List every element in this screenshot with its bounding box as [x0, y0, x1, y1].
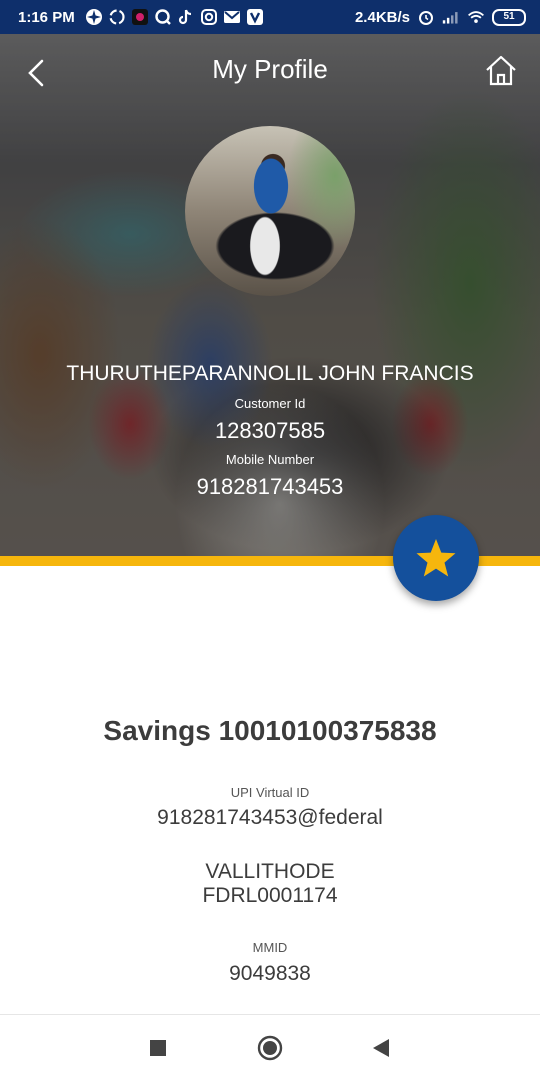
customer-id-label: Customer Id [234, 396, 306, 411]
status-bar: 1:16 PM 2.4KB/s 51 [0, 0, 540, 34]
gmail-icon [223, 8, 241, 26]
account-title: Savings 10010100375838 [103, 715, 437, 746]
avatar[interactable] [185, 126, 355, 296]
recents-icon [150, 1040, 166, 1056]
upi-id-value: 918281743453@federal [157, 806, 383, 829]
home-circle-icon [257, 1035, 283, 1061]
branch-name: VALLITHODE [205, 860, 335, 883]
v-icon [246, 8, 264, 26]
alarm-icon [417, 8, 435, 26]
favorite-button[interactable] [393, 515, 479, 601]
customer-id-value: 128307585 [214, 418, 326, 443]
mobile-number-value: 918281743453 [196, 474, 344, 499]
battery-indicator: 51 [492, 8, 526, 26]
network-speed: 2.4KB/s [354, 8, 410, 26]
fan-icon [85, 8, 103, 26]
home-icon [486, 55, 516, 86]
status-time: 1:16 PM [18, 8, 75, 26]
mmid-value: 9049838 [229, 962, 311, 985]
app-icon [131, 8, 149, 26]
q-icon [154, 8, 172, 26]
page-title: My Profile [212, 54, 328, 84]
upi-label: UPI Virtual ID [230, 785, 310, 800]
back-triangle-icon [373, 1039, 389, 1057]
star-icon [416, 539, 456, 577]
wifi-icon [467, 8, 485, 26]
system-navbar [0, 1014, 540, 1080]
recents-button[interactable] [143, 1033, 173, 1063]
notification-icons [85, 8, 264, 26]
back-nav-button[interactable] [366, 1033, 396, 1063]
mobile-number-label: Mobile Number [225, 452, 315, 467]
sync-icon [108, 8, 126, 26]
tiktok-icon [177, 8, 195, 26]
customer-name: THURUTHEPARANNOLIL JOHN FRANCIS [66, 362, 474, 385]
status-right: 2.4KB/s 51 [355, 8, 526, 26]
ifsc-code: FDRL0001174 [202, 884, 338, 907]
home-button[interactable] [484, 54, 518, 88]
signal-icon [442, 8, 460, 26]
mmid-label: MMID [252, 940, 288, 955]
status-left: 1:16 PM [18, 8, 264, 26]
instagram-icon [200, 8, 218, 26]
home-nav-button[interactable] [255, 1033, 285, 1063]
